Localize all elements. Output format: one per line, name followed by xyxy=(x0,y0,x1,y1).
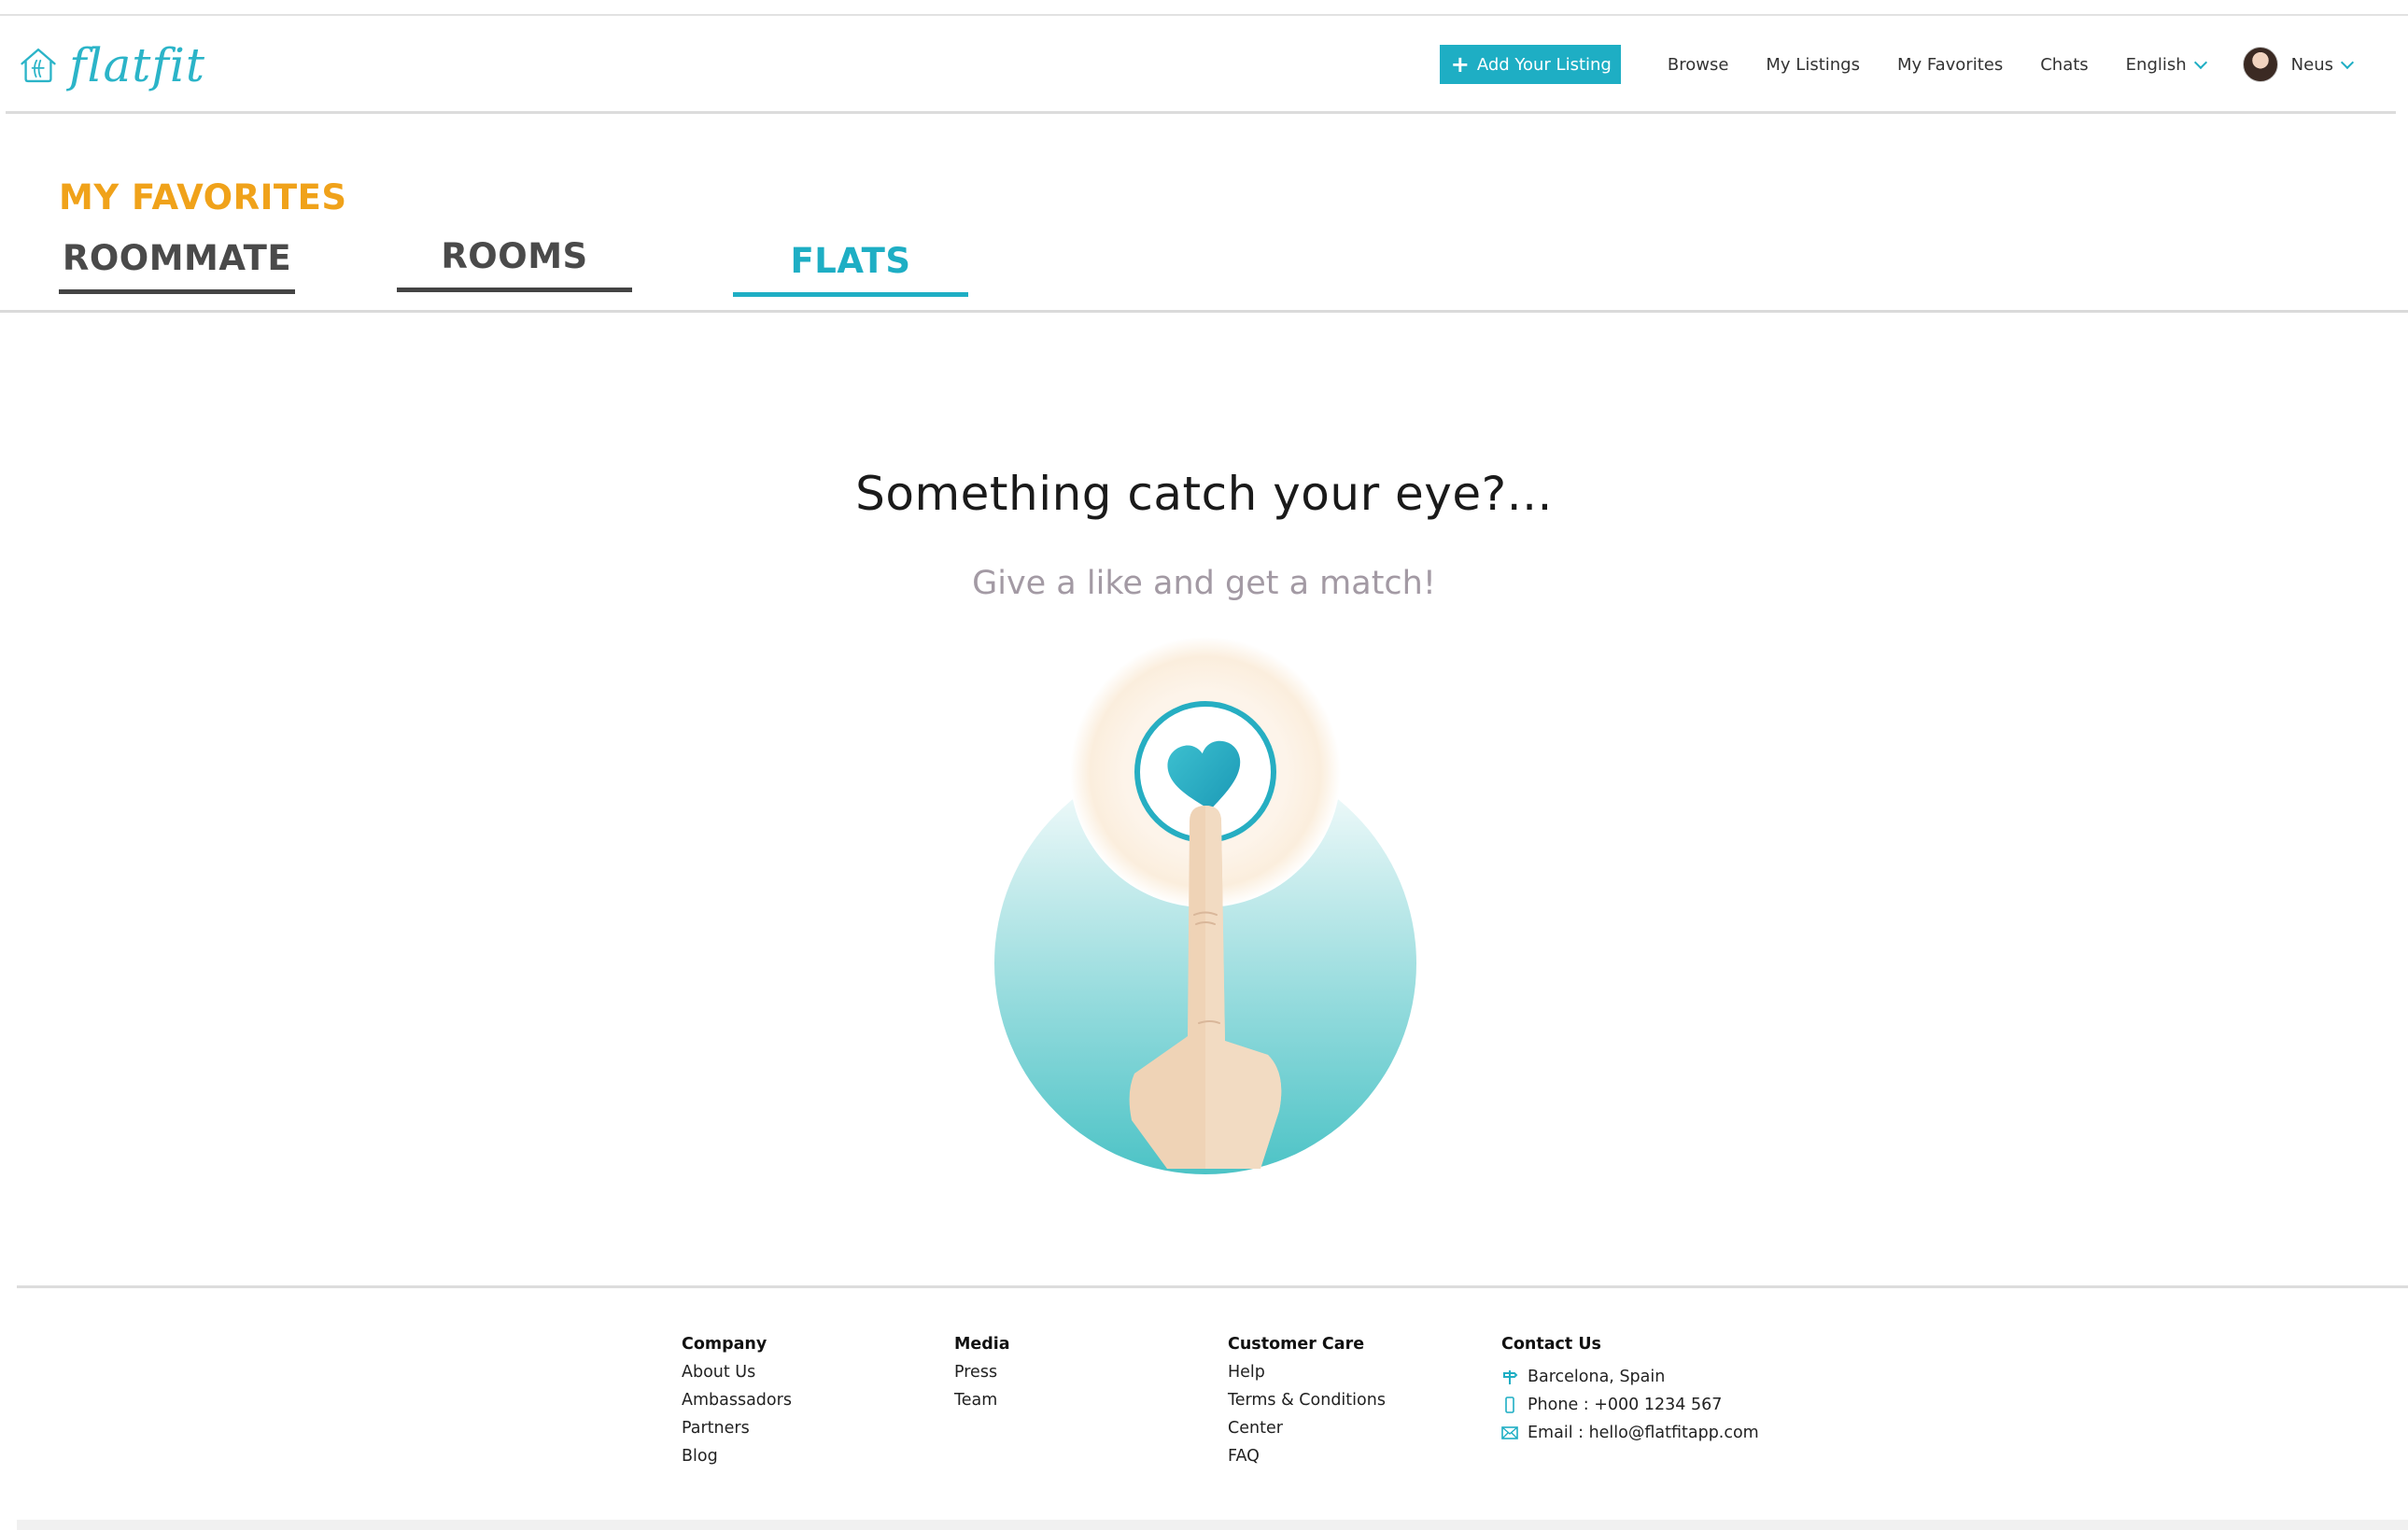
footer-link-help[interactable]: Help xyxy=(1228,1363,1386,1391)
footer-link-press[interactable]: Press xyxy=(954,1363,1010,1391)
house-logo-icon xyxy=(21,48,56,83)
footer-link-ambassadors[interactable]: Ambassadors xyxy=(682,1391,792,1419)
nav-my-favorites[interactable]: My Favorites xyxy=(1897,55,2003,75)
empty-state-subtitle: Give a like and get a match! xyxy=(972,565,1436,602)
tab-underline xyxy=(59,289,295,294)
footer-customer-care: Customer Care Help Terms & Conditions Ce… xyxy=(1228,1335,1386,1475)
heart-tap-icon xyxy=(994,637,1416,1174)
contact-location-text: Barcelona, Spain xyxy=(1528,1368,1666,1386)
tab-label: ROOMS xyxy=(441,236,588,276)
contact-phone-text: Phone : +000 1234 567 xyxy=(1528,1396,1723,1414)
chevron-down-icon xyxy=(2340,55,2355,69)
plus-icon: + xyxy=(1450,51,1470,77)
tab-rooms[interactable]: ROOMS xyxy=(397,236,632,292)
footer-link-blog[interactable]: Blog xyxy=(682,1447,792,1475)
tab-underline xyxy=(397,288,632,292)
signpost-icon xyxy=(1501,1369,1518,1385)
envelope-icon xyxy=(1501,1425,1518,1441)
footer-link-partners[interactable]: Partners xyxy=(682,1419,792,1447)
footer-link-center[interactable]: Center xyxy=(1228,1419,1386,1447)
contact-email-text: Email : hello@flatfitapp.com xyxy=(1528,1424,1759,1442)
contact-email[interactable]: Email : hello@flatfitapp.com xyxy=(1501,1419,1759,1447)
footer-company: Company About Us Ambassadors Partners Bl… xyxy=(682,1335,792,1475)
footer-link-about[interactable]: About Us xyxy=(682,1363,792,1391)
contact-phone: Phone : +000 1234 567 xyxy=(1501,1391,1759,1419)
language-label: English xyxy=(2125,54,2187,75)
footer-heading: Contact Us xyxy=(1501,1335,1601,1354)
contact-location: Barcelona, Spain xyxy=(1501,1363,1759,1391)
tab-underline xyxy=(733,292,968,297)
tab-flats[interactable]: FLATS xyxy=(733,241,968,297)
navbar-divider xyxy=(6,111,2396,114)
footer-link-terms[interactable]: Terms & Conditions xyxy=(1228,1391,1386,1419)
footer-contact: Contact Us Barcelona, Spain Phone : +000… xyxy=(1501,1335,1759,1447)
add-listing-label: Add Your Listing xyxy=(1476,54,1612,75)
nav-my-listings[interactable]: My Listings xyxy=(1766,55,1860,75)
nav-browse[interactable]: Browse xyxy=(1668,55,1729,75)
navbar: flatfit + Add Your Listing Browse My Lis… xyxy=(0,16,2408,114)
user-name: Neus xyxy=(2290,54,2333,75)
footer-heading: Company xyxy=(682,1335,767,1354)
phone-icon xyxy=(1501,1397,1518,1413)
nav-chats[interactable]: Chats xyxy=(2040,55,2088,75)
footer-divider xyxy=(17,1285,2408,1288)
footer-link-team[interactable]: Team xyxy=(954,1391,1010,1419)
footer-bottom-band xyxy=(17,1520,2408,1530)
chevron-down-icon xyxy=(2193,55,2207,69)
logo-wordmark: flatfit xyxy=(69,38,205,92)
footer-heading: Media xyxy=(954,1335,1010,1354)
language-dropdown[interactable]: English xyxy=(2125,54,2207,75)
main-nav: + Add Your Listing Browse My Listings My… xyxy=(1439,44,2355,85)
tab-roommate[interactable]: ROOMMATE xyxy=(59,238,295,294)
logo[interactable]: flatfit xyxy=(19,33,205,98)
page-title: MY FAVORITES xyxy=(59,177,347,218)
tab-label: FLATS xyxy=(790,241,911,281)
avatar xyxy=(2242,47,2278,82)
footer-link-faq[interactable]: FAQ xyxy=(1228,1447,1386,1475)
add-listing-button[interactable]: + Add Your Listing xyxy=(1439,45,1621,84)
user-menu[interactable]: Neus xyxy=(2242,47,2355,82)
tab-label: ROOMMATE xyxy=(62,238,292,278)
tabs-divider xyxy=(0,310,2408,313)
footer-heading: Customer Care xyxy=(1228,1335,1365,1354)
empty-state-title: Something catch your eye?... xyxy=(855,467,1553,521)
footer-media: Media Press Team xyxy=(954,1335,1010,1419)
